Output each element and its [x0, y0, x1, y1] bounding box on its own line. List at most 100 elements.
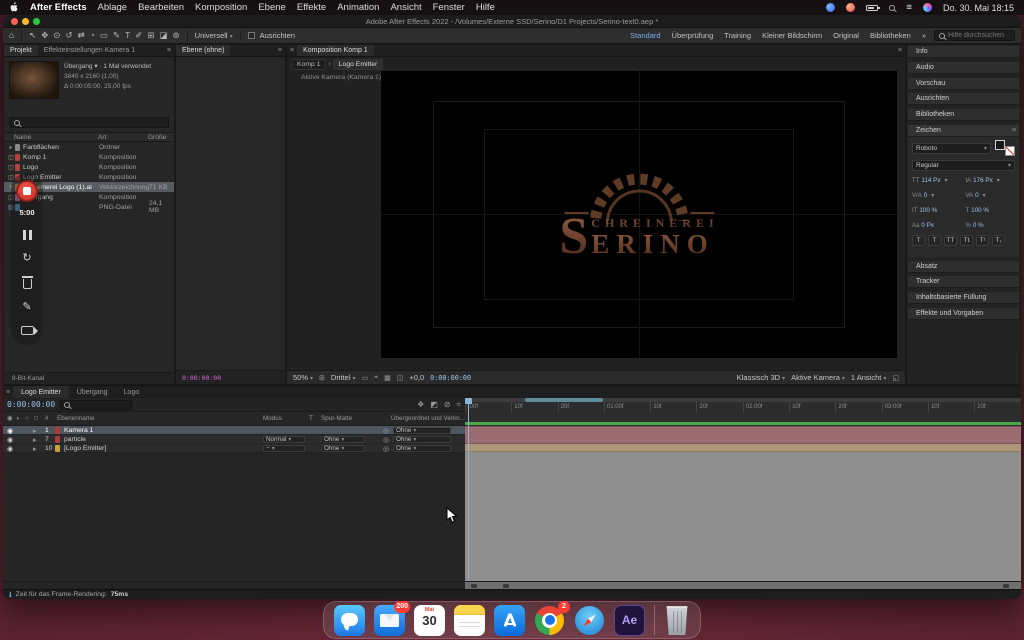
workspace-bibliotheken[interactable]: Bibliotheken	[870, 31, 911, 40]
time-ruler[interactable]: :00f10f20f01:00f10f20f02:00f10f20f03:00f…	[465, 402, 1021, 412]
project-color-depth[interactable]: 8-Bit-Kanal	[4, 372, 174, 384]
workspace-training[interactable]: Training	[724, 31, 751, 40]
comp-timecode[interactable]: 0:00:00:00	[430, 374, 471, 382]
dock-after-effects[interactable]: Ae	[614, 605, 645, 636]
track-matte-select[interactable]: Ohne	[321, 436, 365, 443]
zoom-window-button[interactable]	[33, 18, 40, 25]
audio-column-icon[interactable]: ◗	[16, 415, 20, 422]
timeline-search[interactable]	[60, 400, 132, 410]
help-search-input[interactable]	[948, 32, 1010, 39]
discard-recording-button[interactable]	[23, 279, 32, 289]
layer-name[interactable]: particle	[64, 436, 86, 443]
graph-editor-icon[interactable]: ≈	[457, 400, 461, 409]
project-item[interactable]: ◫LogoKomposition	[4, 162, 174, 172]
eye-icon[interactable]: ◉	[7, 427, 13, 435]
clone-stamp-tool-icon[interactable]: ⊞	[147, 31, 154, 40]
folder-icon[interactable]: ▸	[7, 144, 15, 151]
more-workspaces-icon[interactable]: »	[922, 31, 926, 40]
eraser-tool-icon[interactable]: ◪	[160, 31, 168, 40]
record-stop-button[interactable]	[16, 180, 38, 202]
apple-menu[interactable]	[10, 2, 19, 13]
font-family-select[interactable]: Roboto	[912, 143, 991, 154]
label-color-chip[interactable]	[15, 144, 20, 151]
leading-field[interactable]: tA176 Px	[966, 175, 1016, 186]
menu-effekte[interactable]: Effekte	[297, 2, 326, 13]
dock-messages[interactable]	[334, 605, 365, 636]
panel-menu-icon[interactable]	[164, 47, 174, 54]
project-item[interactable]: ▸FarbflächenOrdner	[4, 142, 174, 152]
faux-italic-button[interactable]: T	[928, 235, 941, 246]
twirl-icon[interactable]: ▸	[33, 445, 36, 453]
project-columns-header[interactable]: Name Art Größe	[4, 132, 174, 142]
fill-color-front[interactable]	[995, 140, 1005, 150]
control-center-icon[interactable]: ≡	[906, 2, 912, 13]
timeline-track-area[interactable]: :00f10f20f01:00f10f20f02:00f10f20f03:00f…	[465, 398, 1021, 581]
kerning-field[interactable]: V/A0	[912, 190, 962, 201]
spotlight-icon[interactable]	[889, 5, 895, 11]
pause-button[interactable]	[23, 230, 32, 240]
panel-tab-effekte-und-vorgaben[interactable]: Effekte und Vorgaben	[908, 308, 1019, 320]
label-color-chip[interactable]	[15, 154, 20, 161]
menu-fenster[interactable]: Fenster	[433, 2, 465, 13]
layer-timecode[interactable]: 0:00:00:00	[182, 374, 221, 382]
breadcrumb-komp1[interactable]: Komp 1	[291, 59, 326, 70]
workspace-original[interactable]: Original	[833, 31, 859, 40]
blend-mode-select[interactable]: Normal	[263, 436, 305, 443]
help-search[interactable]	[934, 30, 1015, 41]
column-number[interactable]: #	[45, 415, 49, 422]
panel-tab-tracker[interactable]: Tracker	[908, 276, 1019, 288]
eye-icon[interactable]: ◉	[7, 436, 13, 444]
panel-menu-icon[interactable]	[1009, 127, 1019, 134]
footage-name[interactable]: Übergang ▾ · 1 Mal verwendet	[64, 62, 151, 72]
annotate-button[interactable]: ✎	[22, 302, 31, 313]
parent-select[interactable]: Ohne	[393, 427, 451, 434]
parent-select[interactable]: Ohne	[393, 436, 451, 443]
app-menu[interactable]: After Effects	[30, 2, 87, 13]
type-tool-icon[interactable]: T	[125, 31, 130, 40]
expand-icon[interactable]: ◱	[892, 374, 899, 382]
footage-thumbnail[interactable]	[9, 61, 59, 99]
dock-notes[interactable]	[454, 605, 485, 636]
eye-icon[interactable]: ◉	[7, 445, 13, 453]
panel-menu-icon[interactable]	[287, 47, 297, 54]
layer-name[interactable]: [Logo Emitter]	[64, 445, 106, 452]
horizontal-scale-field[interactable]: T100 %	[966, 205, 1016, 216]
dock-safari[interactable]	[574, 605, 605, 636]
pan-camera-tool-icon[interactable]: ⇄	[78, 31, 85, 40]
menubar-clock[interactable]: Do. 30. Mai 18:15	[943, 3, 1014, 13]
stroke-color-swatch[interactable]	[1005, 146, 1015, 156]
panel-menu-icon[interactable]	[895, 47, 905, 54]
battery-icon[interactable]	[866, 5, 878, 11]
panel-tab-zeichen[interactable]: Zeichen	[908, 125, 1019, 137]
workspace-ueberpruefung[interactable]: Überprüfung	[672, 31, 714, 40]
layer-row-kamera1[interactable]: ◉ ▸ 1 Kamera 1 ◎ Ohne	[3, 426, 465, 435]
dock-mail[interactable]: 200	[374, 605, 405, 636]
panel-tab-bibliotheken[interactable]: Bibliotheken	[908, 109, 1019, 121]
recording-indicator-icon[interactable]	[846, 3, 855, 12]
label-color-chip[interactable]	[55, 436, 60, 443]
tab-effekteinstellungen[interactable]: Effekteinstellungen Kamera 1	[38, 45, 141, 56]
tab-ebene[interactable]: Ebene (ohne)	[176, 45, 230, 56]
label-color-chip[interactable]	[55, 445, 60, 452]
dock-chrome[interactable]: 2	[534, 605, 565, 636]
view-layout-select[interactable]: 1 Ansicht	[851, 373, 886, 382]
menu-ansicht[interactable]: Ansicht	[390, 2, 421, 13]
twirl-icon[interactable]: ▸	[33, 436, 36, 444]
menu-hilfe[interactable]: Hilfe	[476, 2, 495, 13]
fill-color-swatch[interactable]	[995, 140, 1015, 156]
font-style-select[interactable]: Regular	[912, 160, 1015, 171]
playhead[interactable]	[468, 398, 469, 581]
column-name[interactable]: Name	[14, 134, 98, 141]
timeline-scrollbar[interactable]	[3, 581, 1021, 589]
rotation-tool-icon[interactable]: ◔	[90, 31, 95, 40]
workspace-kleiner-bildschirm[interactable]: Kleiner Bildschirm	[762, 31, 822, 40]
panel-tab-ausrichten[interactable]: Ausrichten	[908, 93, 1019, 105]
dock-trash[interactable]	[664, 605, 690, 635]
twirl-icon[interactable]: ▸	[33, 427, 36, 435]
column-size[interactable]: Größe	[148, 134, 174, 141]
resolution-select[interactable]: Drittel	[331, 373, 356, 382]
layer-duration-bar-camera[interactable]	[465, 426, 1021, 444]
layer-row-logo-emitter[interactable]: ◉ ▸ 10 [Logo Emitter] − Ohne ◎ Ohne	[3, 444, 465, 453]
track-matte-select[interactable]: Ohne	[321, 445, 365, 452]
snapshot-icon[interactable]: ◫	[397, 374, 404, 382]
